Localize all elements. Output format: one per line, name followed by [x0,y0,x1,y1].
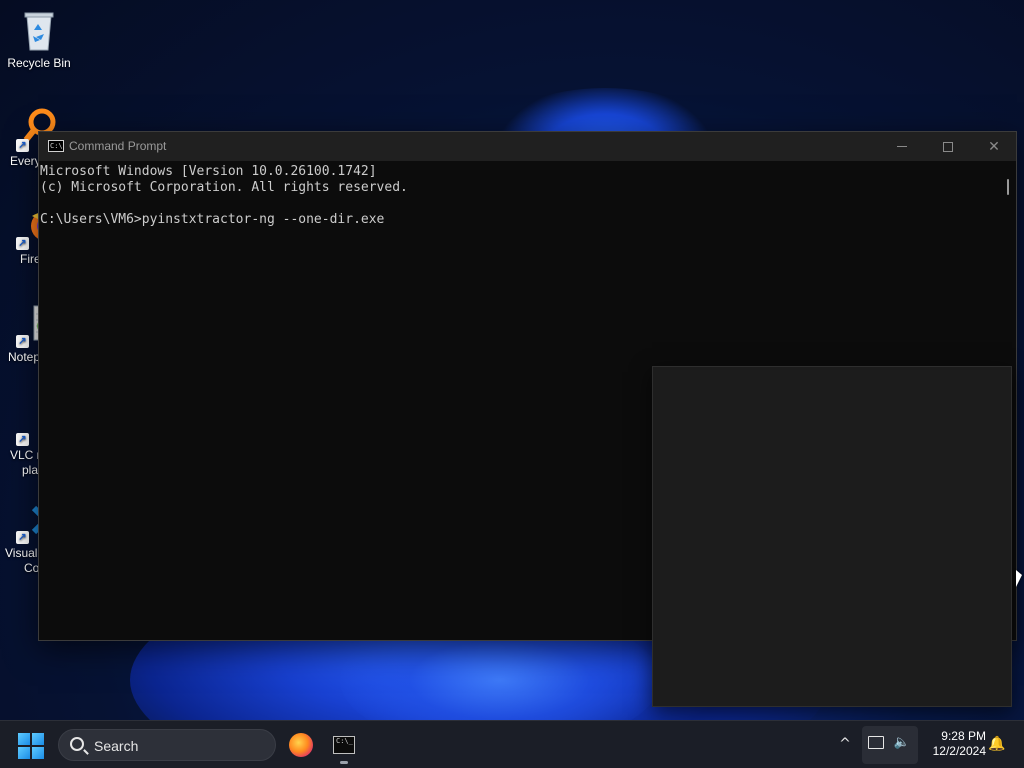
desktop-icon-recycle-bin[interactable]: Recycle Bin [1,8,77,71]
close-button[interactable]: ✕ [971,132,1017,161]
volume-muted-icon: 🔈 [893,735,911,750]
network-icon [868,736,884,749]
firefox-icon [289,733,313,757]
windows-logo-icon-pane [32,733,44,745]
console-line: (c) Microsoft Corporation. All rights re… [40,180,408,195]
search-icon [70,737,84,751]
maximize-icon [943,141,953,152]
clock-date: 12/2/2024 [932,744,986,758]
recycle-bin-icon [19,8,59,52]
minimize-button[interactable] [879,132,925,161]
shortcut-arrow-icon: ↗ [16,335,29,348]
taskbar-app-firefox[interactable] [283,727,319,763]
window-title: Command Prompt [69,139,167,153]
console-line: ​ [40,196,1000,212]
taskbar: Search C:\_ ^ 🔈 9:28 PM 12/2/2024 🔔 [0,720,1024,768]
command-prompt-icon: C:\_ [333,736,355,754]
mouse-cursor-icon [1016,570,1022,587]
taskbar-clock[interactable]: 9:28 PM 12/2/2024 [920,729,986,759]
shortcut-arrow-icon: ↗ [16,139,29,152]
windows-logo-icon-pane [18,747,30,759]
windows-logo-icon-pane [32,747,44,759]
clock-time: 9:28 PM [941,729,986,743]
shortcut-arrow-icon: ↗ [16,237,29,250]
taskbar-search-box[interactable]: Search [58,729,276,761]
flyout-panel[interactable] [652,366,1012,707]
shortcut-arrow-icon: ↗ [16,433,29,446]
active-app-indicator [340,761,348,764]
close-icon: ✕ [988,138,1000,155]
show-hidden-icons-chevron-up-icon[interactable]: ^ [836,735,854,753]
taskbar-app-command-prompt[interactable]: C:\_ [326,727,362,763]
scrollbar-thumb[interactable] [1007,179,1009,195]
shortcut-arrow-icon: ↗ [16,531,29,544]
notification-bell-icon[interactable]: 🔔 [988,735,1006,753]
minimize-icon [897,146,907,147]
windows-logo-icon [18,733,30,745]
desktop-icon-label: Recycle Bin [7,56,71,70]
window-titlebar[interactable]: C:\ Command Prompt ✕ [39,132,1016,161]
maximize-button[interactable] [925,132,971,161]
command-prompt-icon: C:\ [48,140,64,152]
search-placeholder: Search [94,738,139,754]
console-prompt-line: C:\Users\VM6>pyinstxtractor-ng --one-dir… [40,212,385,227]
start-button[interactable] [18,733,44,759]
console-line: Microsoft Windows [Version 10.0.26100.17… [40,164,377,179]
